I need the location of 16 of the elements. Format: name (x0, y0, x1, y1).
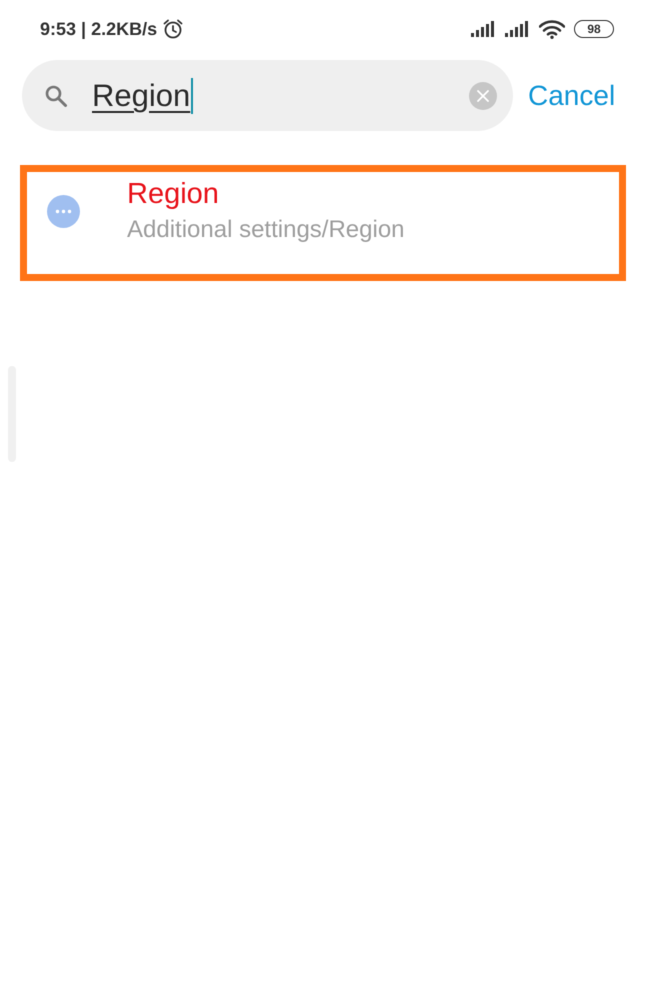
cancel-button[interactable]: Cancel (528, 82, 616, 110)
result-path: Additional settings/Region (127, 215, 405, 245)
close-icon (477, 90, 489, 102)
alarm-clock-icon (163, 19, 184, 39)
search-query: Region (92, 80, 190, 111)
signal-icon (471, 21, 496, 37)
search-field[interactable]: Region (22, 60, 513, 131)
status-time-speed: 9:53 | 2.2KB/s (40, 18, 158, 41)
clear-button[interactable] (469, 82, 497, 110)
search-result-item[interactable]: Region Additional settings/Region (20, 165, 626, 281)
wifi-icon (539, 20, 565, 38)
more-dots-icon (47, 195, 80, 228)
result-title: Region (127, 177, 220, 212)
signal-icon (505, 21, 530, 37)
search-icon (44, 84, 68, 108)
battery-indicator: 98 (574, 20, 614, 38)
